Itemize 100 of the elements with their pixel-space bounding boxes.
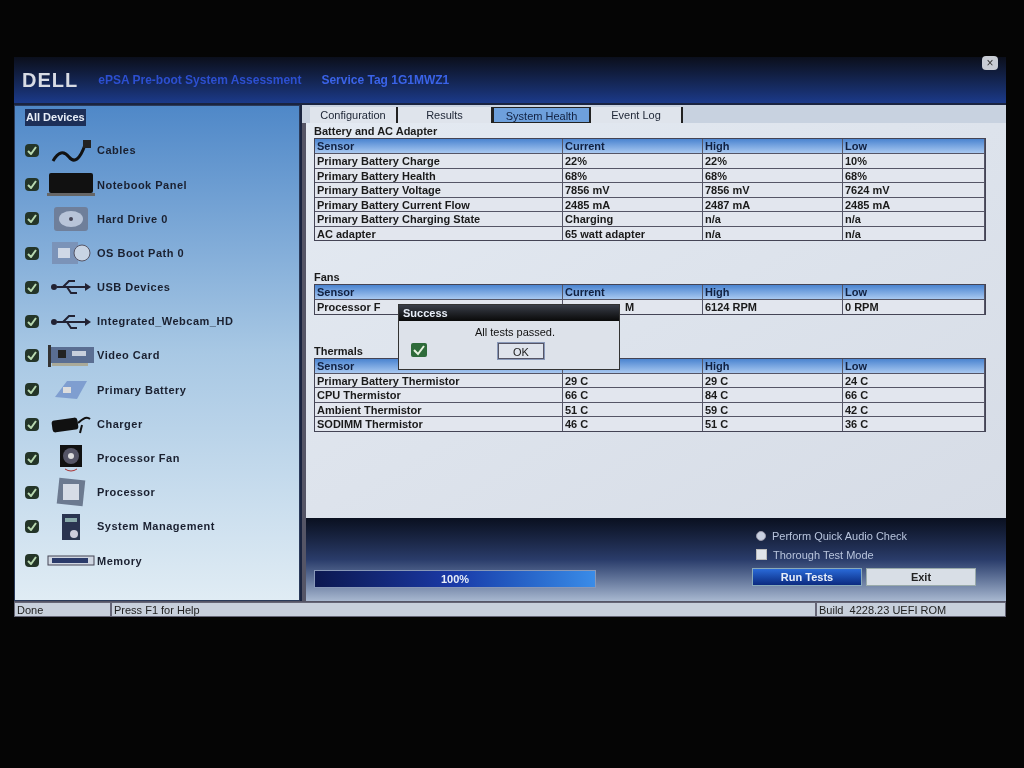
panel-title: All Devices (25, 109, 86, 126)
tab[interactable]: Results (398, 107, 493, 123)
table-cell: 66 C (563, 387, 703, 402)
logo: DELL (22, 68, 79, 93)
usb-icon (51, 314, 91, 329)
fan-icon (60, 444, 82, 472)
section-title: Thermals (314, 344, 363, 358)
tab[interactable]: System Health (493, 107, 591, 123)
server-icon (62, 513, 80, 540)
device-checkbox[interactable] (25, 212, 39, 226)
device-label[interactable]: Primary Battery (97, 381, 187, 399)
close-button[interactable]: × (982, 56, 998, 70)
disc-icon (51, 242, 91, 265)
device-label[interactable]: OS Boot Path 0 (97, 244, 185, 262)
action-button[interactable]: Run Tests (752, 568, 862, 586)
status-text: Build 4228.23 UEFI ROM (816, 602, 1006, 617)
table-cell: 22% (563, 153, 703, 168)
device-label[interactable]: Integrated_Webcam_HD (97, 313, 234, 330)
table-cell: 46 C (563, 416, 703, 431)
column-header: Low (843, 139, 985, 153)
device-checkbox[interactable] (25, 520, 39, 534)
table-cell: 66 C (843, 387, 985, 402)
table-cell: 51 C (703, 416, 843, 431)
device-checkbox[interactable] (25, 383, 39, 397)
dialog-title: Success (399, 305, 619, 321)
device-checkbox[interactable] (25, 315, 39, 329)
table-cell: 0 RPM (843, 299, 985, 314)
column-header: High (703, 285, 843, 299)
check-icon (27, 385, 37, 395)
device-label[interactable]: Hard Drive 0 (97, 210, 168, 228)
radio-button[interactable] (756, 531, 766, 542)
usb-icon (51, 280, 91, 295)
option-label: Thorough Test Mode (773, 547, 874, 563)
window-title: ePSA Pre-boot System Assessment (98, 72, 302, 89)
status-text: Done (14, 602, 111, 617)
table-cell: 22% (703, 153, 843, 168)
column-header: High (703, 358, 843, 373)
column-header: High (703, 139, 843, 153)
hard-drive-icon (54, 206, 88, 231)
column-header: Sensor (315, 139, 563, 153)
table-cell: Primary Battery Charging State (315, 211, 563, 226)
device-label[interactable]: USB Devices (97, 279, 171, 296)
action-button[interactable]: Exit (866, 568, 976, 586)
device-label[interactable]: Processor Fan (97, 450, 180, 467)
device-label[interactable]: Charger (97, 415, 143, 433)
check-icon (27, 180, 37, 190)
status-text: Press F1 for Help (111, 602, 816, 617)
check-icon (27, 522, 37, 532)
circuit-board-icon (48, 344, 94, 367)
table-cell: 10% (843, 153, 985, 168)
table-cell: Primary Battery Charge (315, 153, 563, 168)
device-checkbox[interactable] (25, 451, 39, 465)
device-label[interactable]: System Management (97, 518, 215, 535)
memory-icon (47, 555, 95, 567)
checkbox[interactable] (756, 549, 767, 561)
table-cell: 7856 mV (703, 182, 843, 197)
device-checkbox[interactable] (25, 144, 39, 158)
charger-icon (51, 414, 91, 434)
table-cell: CPU Thermistor (315, 387, 563, 402)
table-cell: 7856 mV (563, 182, 703, 197)
table-cell: 6124 RPM (703, 299, 843, 314)
check-icon (27, 282, 37, 292)
device-checkbox[interactable] (25, 246, 39, 260)
table-cell: SODIMM Thermistor (315, 416, 563, 431)
section-title: Fans (314, 271, 340, 284)
device-checkbox[interactable] (25, 280, 39, 294)
section-title: Battery and AC Adapter (314, 125, 438, 138)
column-header: Current (563, 139, 703, 153)
device-checkbox[interactable] (25, 485, 39, 499)
cable-icon (50, 138, 92, 163)
check-icon (27, 556, 37, 566)
device-checkbox[interactable] (25, 349, 39, 363)
device-checkbox[interactable] (25, 417, 39, 431)
table-cell: 7624 mV (843, 182, 985, 197)
battery-icon (55, 380, 87, 399)
column-header: Low (843, 358, 985, 373)
device-label[interactable]: Notebook Panel (97, 176, 188, 194)
column-header: Sensor (315, 285, 563, 299)
device-label[interactable]: Processor (97, 484, 156, 501)
device-checkbox[interactable] (25, 178, 39, 192)
check-icon (27, 453, 37, 463)
check-icon (27, 351, 37, 361)
success-icon (411, 343, 427, 357)
device-checkbox[interactable] (25, 554, 39, 568)
check-icon (27, 487, 37, 497)
table-cell: Primary Battery Voltage (315, 182, 563, 197)
check-icon (27, 317, 37, 327)
tab[interactable]: Configuration (310, 107, 398, 123)
table-cell: n/a (703, 211, 843, 226)
check-icon (27, 248, 37, 258)
device-label[interactable]: Memory (97, 552, 143, 570)
device-label[interactable]: Cables (97, 142, 137, 159)
table-cell: 84 C (703, 387, 843, 402)
tab[interactable]: Event Log (591, 107, 683, 123)
option-label: Perform Quick Audio Check (772, 529, 908, 544)
progress-label: 100% (439, 572, 471, 587)
ok-button[interactable]: OK (498, 342, 544, 359)
device-label[interactable]: Video Card (97, 347, 160, 364)
table-cell: Charging (563, 211, 703, 226)
table-cell: 36 C (843, 416, 985, 431)
